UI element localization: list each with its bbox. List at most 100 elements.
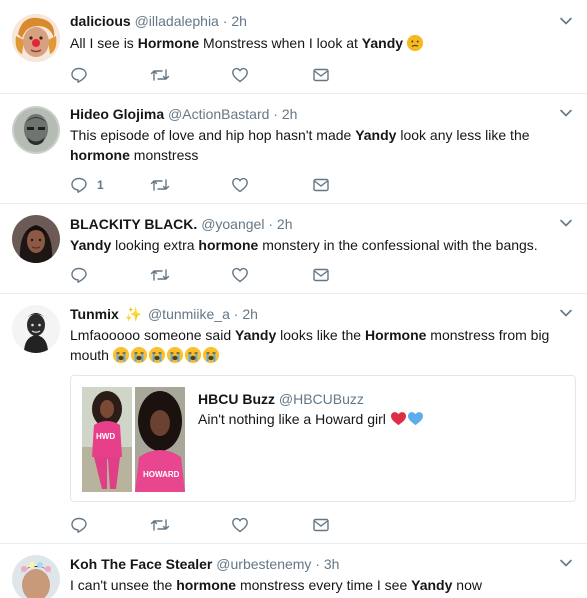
text-segment: Monstress when I look at	[199, 35, 362, 51]
chevron-down-icon[interactable]	[559, 306, 573, 320]
reply-button[interactable]	[70, 515, 97, 535]
avatar[interactable]	[12, 215, 60, 263]
text-segment: monstress every time I see	[236, 577, 412, 593]
quoted-text-body: Ain't nothing like a Howard girl	[198, 411, 390, 427]
red-heart-icon	[390, 412, 406, 426]
highlight-term: Hormone	[137, 35, 200, 51]
display-name[interactable]: Koh The Face Stealer	[70, 556, 212, 572]
separator-dot: ·	[268, 216, 274, 232]
avatar[interactable]	[12, 14, 60, 62]
loudly-crying-face-icon	[202, 347, 219, 363]
confused-face-icon	[406, 35, 423, 51]
tweet[interactable]: dalicious @illadalephia · 2h All I see i…	[0, 0, 587, 94]
highlight-term: Hormone	[364, 327, 427, 343]
loudly-crying-face-icon	[112, 347, 129, 363]
user-handle[interactable]: @yoangel	[201, 216, 264, 232]
avatar-image	[12, 106, 60, 154]
tweet[interactable]: Hideo Glojima @ActionBastard · 2h This e…	[0, 94, 587, 204]
quoted-user-handle[interactable]: @HBCUBuzz	[279, 391, 364, 407]
separator-dot: ·	[315, 556, 320, 572]
loudly-crying-face-icon	[166, 347, 183, 363]
separator-dot: ·	[222, 13, 228, 29]
avatar-image	[12, 305, 60, 353]
timestamp[interactable]: 3h	[324, 556, 340, 572]
highlight-term: hormone	[70, 147, 130, 163]
timestamp[interactable]: 2h	[282, 106, 298, 122]
quoted-display-name[interactable]: HBCU Buzz	[198, 391, 275, 407]
text-segment: now	[452, 577, 482, 593]
highlight-term: Yandy	[411, 577, 453, 593]
display-name[interactable]: BLACKITY BLACK.	[70, 216, 197, 232]
text-segment: looking extra	[111, 237, 199, 253]
retweet-icon	[150, 519, 170, 531]
reply-button[interactable]	[70, 265, 97, 285]
like-button[interactable]	[231, 265, 249, 285]
avatar[interactable]	[12, 305, 60, 353]
reply-button[interactable]: 1	[70, 175, 104, 195]
timestamp[interactable]: 2h	[231, 13, 247, 29]
direct-message-button[interactable]	[312, 515, 330, 535]
like-button[interactable]	[231, 175, 249, 195]
reply-icon	[71, 67, 87, 83]
tweet[interactable]: Tunmix ✨ @tunmiike_a · 2h Lmfaooooo some…	[0, 294, 587, 544]
tweet-text: This episode of love and hip hop hasn't …	[70, 125, 540, 165]
loudly-crying-face-icon	[130, 347, 147, 363]
quoted-photo-2[interactable]: HOWARD	[135, 387, 185, 492]
timestamp[interactable]: 2h	[242, 306, 258, 322]
avatar-image	[12, 14, 60, 62]
retweet-button[interactable]	[150, 515, 170, 535]
loudly-crying-face-icon	[184, 347, 201, 363]
direct-message-button[interactable]	[312, 65, 330, 85]
retweet-button[interactable]	[150, 65, 170, 85]
quoted-photo-1[interactable]: HWD	[82, 387, 132, 492]
direct-message-button[interactable]	[312, 175, 330, 195]
crying-emoji-row	[112, 347, 221, 363]
reply-count: 1	[97, 178, 104, 192]
display-name[interactable]: Hideo Glojima	[70, 106, 164, 122]
quoted-tweet[interactable]: HWD HOWARD HBCU Buzz @HBCUBuzz Ain't not…	[70, 375, 576, 502]
separator-dot: ·	[273, 106, 278, 122]
user-handle[interactable]: @ActionBastard	[168, 106, 269, 122]
blue-heart-icon	[407, 412, 423, 426]
direct-message-button[interactable]	[312, 265, 330, 285]
tweet-text: Lmfaooooo someone said Yandy looks like …	[70, 325, 560, 365]
like-button[interactable]	[231, 65, 249, 85]
highlight-term: Yandy	[70, 237, 112, 253]
display-name[interactable]: dalicious	[70, 13, 131, 29]
text-segment: look any less like the	[396, 127, 530, 143]
avatar-image	[12, 215, 60, 263]
svg-text:HWD: HWD	[96, 432, 115, 441]
retweet-icon	[150, 269, 170, 281]
avatar[interactable]	[12, 106, 60, 154]
quoted-text: Ain't nothing like a Howard girl	[198, 409, 424, 429]
text-segment: This episode of love and hip hop hasn't …	[70, 127, 356, 143]
tweet[interactable]: Koh The Face Stealer @urbestenemy · 3h I…	[0, 544, 587, 598]
retweet-button[interactable]	[150, 175, 170, 195]
tweet[interactable]: BLACKITY BLACK. @yoangel · 2h Yandy look…	[0, 204, 587, 294]
envelope-icon	[313, 518, 329, 532]
chevron-down-icon[interactable]	[559, 556, 573, 570]
avatar[interactable]	[12, 555, 60, 598]
retweet-button[interactable]	[150, 265, 170, 285]
avatar-image	[12, 555, 60, 598]
chevron-down-icon[interactable]	[559, 14, 573, 28]
chevron-down-icon[interactable]	[559, 106, 573, 120]
highlight-term: Yandy	[355, 127, 397, 143]
text-segment: monstress	[129, 147, 199, 163]
text-segment: looks like the	[276, 327, 365, 343]
highlight-term: hormone	[176, 577, 237, 593]
heart-icon	[232, 67, 248, 83]
reply-icon	[71, 177, 87, 193]
like-button[interactable]	[231, 515, 249, 535]
svg-text:HOWARD: HOWARD	[143, 470, 180, 479]
chevron-down-icon[interactable]	[559, 216, 573, 230]
reply-button[interactable]	[70, 65, 97, 85]
user-handle[interactable]: @illadalephia	[135, 13, 219, 29]
tweet-feed: dalicious @illadalephia · 2h All I see i…	[0, 0, 587, 598]
sparkles-icon: ✨	[124, 306, 143, 322]
display-name[interactable]: Tunmix	[70, 306, 119, 322]
user-handle[interactable]: @urbestenemy	[216, 556, 311, 572]
timestamp[interactable]: 2h	[277, 216, 293, 232]
tweet-actions	[70, 515, 350, 535]
user-handle[interactable]: @tunmiike_a	[148, 306, 230, 322]
